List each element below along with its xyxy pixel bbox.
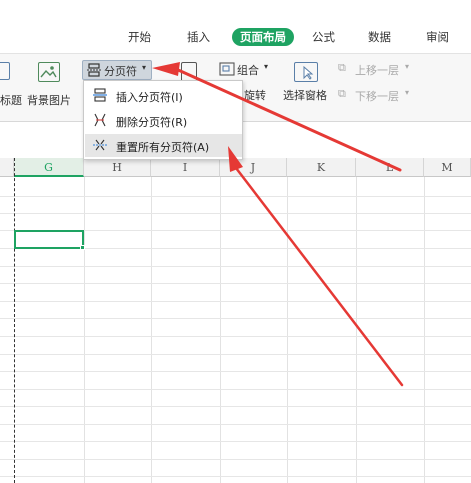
column-header-h[interactable]: H (84, 158, 151, 177)
print-titles-icon (0, 62, 10, 80)
grid-line (0, 301, 471, 302)
chevron-down-icon: ▾ (142, 63, 147, 72)
menu-item-delete-page-break[interactable]: 删除分页符(R) (85, 109, 242, 132)
fill-handle[interactable] (80, 245, 85, 250)
grid-line (0, 283, 471, 284)
bring-forward-button[interactable]: 上移一层 (355, 62, 399, 78)
grid-line (287, 177, 288, 483)
menu-item-label: 插入分页符(I) (116, 91, 183, 104)
column-header-k[interactable]: K (287, 158, 356, 177)
menu-item-label: 重置所有分页符(A) (116, 141, 210, 154)
grid-line (0, 389, 471, 390)
insert-page-break-icon (93, 88, 107, 102)
chevron-down-icon: ▾ (405, 62, 410, 71)
group-icon (219, 62, 235, 76)
print-titles-button[interactable]: 标题 (0, 92, 22, 108)
print-area-icon (181, 62, 197, 82)
chevron-down-icon: ▾ (405, 88, 410, 97)
grid-line (0, 213, 471, 214)
grid-line (151, 177, 152, 483)
layers-down-icon: ⧉ (338, 87, 346, 100)
page-break-button[interactable]: 分页符 ▾ (82, 60, 152, 80)
ribbon-tab-bar: 开始 插入 页面布局 公式 数据 审阅 (0, 0, 471, 54)
active-cell[interactable] (14, 230, 84, 249)
row-header-corner (0, 158, 14, 177)
menu-item-label: 删除分页符(R) (116, 116, 188, 129)
grid-line (0, 354, 471, 355)
tab-home[interactable]: 开始 (128, 28, 151, 46)
column-header-i[interactable]: I (151, 158, 220, 177)
menu-item-reset-all-page-breaks[interactable]: 重置所有分页符(A) (85, 134, 242, 157)
background-image-icon (38, 62, 60, 82)
page-break-label: 分页符 (104, 65, 137, 78)
grid-line (0, 196, 471, 197)
column-header-m[interactable]: M (424, 158, 471, 177)
grid-line (84, 177, 85, 483)
grid-line (0, 424, 471, 425)
tab-review[interactable]: 审阅 (426, 28, 449, 46)
grid-line (0, 476, 471, 477)
grid-line (356, 177, 357, 483)
menu-item-insert-page-break[interactable]: 插入分页符(I) (85, 84, 242, 107)
layers-up-icon: ⧉ (338, 61, 346, 74)
selection-pane-icon (294, 62, 318, 82)
grid-line (0, 318, 471, 319)
page-break-dropdown-menu: 插入分页符(I) 删除分页符(R) 重置所有分页符(A) (83, 80, 243, 160)
selection-pane-button[interactable]: 选择窗格 (283, 87, 327, 103)
group-button[interactable]: 组合 (237, 62, 259, 78)
background-image-button[interactable]: 背景图片 (27, 92, 71, 108)
worksheet-grid[interactable]: G H I J K L M (0, 158, 471, 483)
page-break-icon (87, 63, 101, 77)
column-header-g[interactable]: G (14, 158, 84, 177)
chevron-down-icon: ▾ (264, 62, 269, 71)
tab-data[interactable]: 数据 (368, 28, 391, 46)
grid-line (424, 177, 425, 483)
grid-line (0, 406, 471, 407)
reset-page-breaks-icon (93, 139, 107, 151)
tab-page-layout[interactable]: 页面布局 (232, 28, 294, 46)
grid-line (0, 371, 471, 372)
column-header-j[interactable]: J (220, 158, 287, 177)
column-header-l[interactable]: L (356, 158, 424, 177)
page-break-line (14, 158, 15, 483)
grid-line (0, 336, 471, 337)
grid-line (0, 266, 471, 267)
tab-formulas[interactable]: 公式 (312, 28, 335, 46)
send-backward-button[interactable]: 下移一层 (355, 88, 399, 104)
grid-line (0, 459, 471, 460)
rotate-button[interactable]: 旋转 (244, 87, 266, 103)
delete-page-break-icon (94, 113, 106, 127)
tab-insert[interactable]: 插入 (187, 28, 210, 46)
grid-line (220, 177, 221, 483)
grid-line (0, 441, 471, 442)
